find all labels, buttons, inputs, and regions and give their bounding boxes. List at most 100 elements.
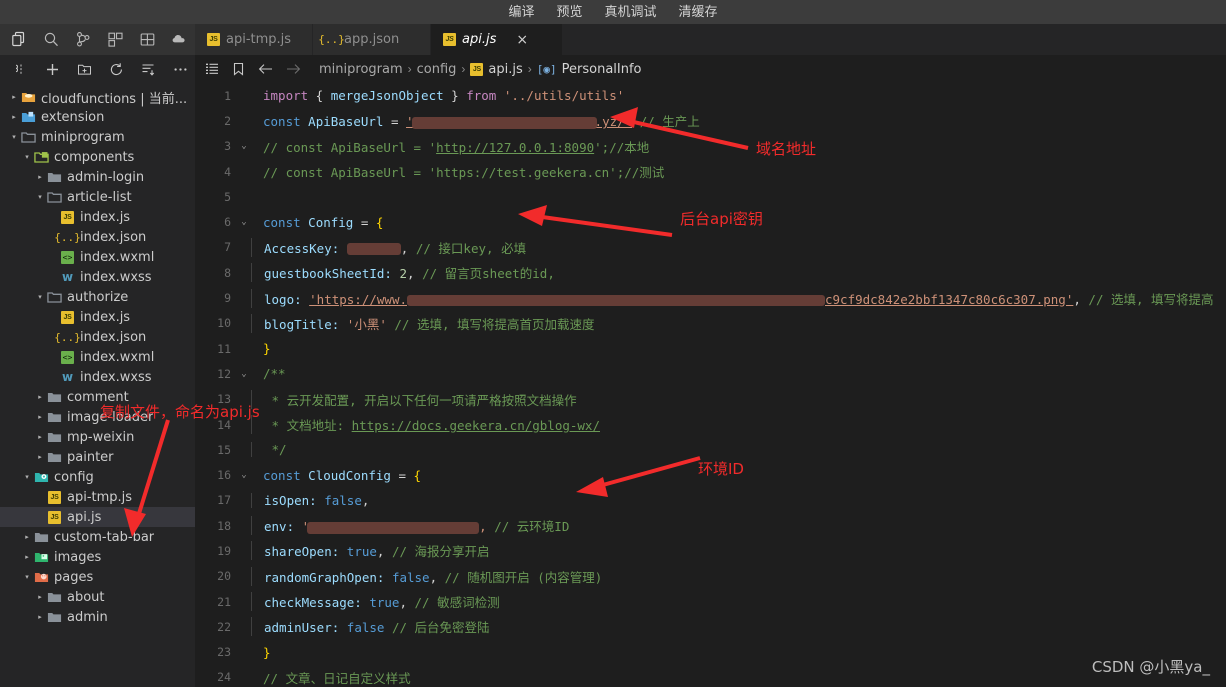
tree-item-extension[interactable]: ▸ extension bbox=[0, 107, 195, 127]
tok: , bbox=[407, 266, 423, 282]
tree-item-index-json[interactable]: {..} index.json bbox=[0, 227, 195, 247]
twisty-icon[interactable]: ▸ bbox=[34, 173, 46, 181]
new-folder-icon[interactable] bbox=[76, 61, 92, 77]
tab-api-tmp-js[interactable]: JS api-tmp.js bbox=[195, 24, 313, 55]
tok: , bbox=[1073, 291, 1089, 307]
twisty-icon[interactable]: ▸ bbox=[21, 553, 33, 561]
twisty-icon[interactable]: ▸ bbox=[8, 93, 20, 101]
json-file-icon: {..} bbox=[318, 33, 345, 46]
code-line: 20 randomGraphOpen: false, // 随机图开启 (内容管… bbox=[195, 564, 1226, 589]
twisty-icon[interactable]: ▸ bbox=[34, 393, 46, 401]
twisty-icon[interactable]: ▸ bbox=[34, 453, 46, 461]
twisty-icon[interactable]: ▸ bbox=[8, 113, 20, 121]
tree-item-painter[interactable]: ▸ painter bbox=[0, 447, 195, 467]
tree-item-index-json[interactable]: {..} index.json bbox=[0, 327, 195, 347]
twisty-icon[interactable]: ▸ bbox=[21, 533, 33, 541]
close-icon[interactable]: × bbox=[516, 33, 528, 47]
menu-compile[interactable]: 编译 bbox=[508, 6, 534, 19]
breadcrumb-item-personalinfo[interactable]: [◉] PersonalInfo bbox=[537, 62, 642, 77]
twisty-icon[interactable]: ▸ bbox=[34, 433, 46, 441]
search-icon[interactable] bbox=[38, 26, 65, 53]
code-editor[interactable]: 1 import { mergeJsonObject } from '../ut… bbox=[195, 83, 1226, 687]
breadcrumb-item-config[interactable]: config bbox=[417, 62, 457, 77]
twisty-icon[interactable]: ▾ bbox=[8, 133, 20, 141]
line-number: 3 bbox=[224, 139, 231, 154]
tok: const bbox=[263, 214, 301, 230]
twisty-icon[interactable]: ▸ bbox=[34, 413, 46, 421]
tree-item-custom-tab-bar[interactable]: ▸ custom-tab-bar bbox=[0, 527, 195, 547]
back-arrow-icon[interactable] bbox=[257, 61, 274, 78]
tree-item-config[interactable]: ▾ config bbox=[0, 467, 195, 487]
tree-item-index-wxss[interactable]: w index.wxss bbox=[0, 367, 195, 387]
new-file-icon[interactable] bbox=[44, 61, 60, 77]
menu-preview[interactable]: 预览 bbox=[556, 6, 582, 19]
folder-extension-icon bbox=[20, 110, 37, 125]
breadcrumb-separator: › bbox=[527, 62, 532, 76]
more-actions-icon[interactable] bbox=[172, 61, 188, 77]
tree-item-index-wxml[interactable]: <> index.wxml bbox=[0, 347, 195, 367]
twisty-icon[interactable]: ▾ bbox=[34, 293, 46, 301]
twisty-icon[interactable]: ▸ bbox=[34, 593, 46, 601]
extensions-icon[interactable] bbox=[102, 26, 129, 53]
tree-item-pages[interactable]: ▾ pages bbox=[0, 567, 195, 587]
twisty-icon[interactable]: ▸ bbox=[34, 613, 46, 621]
code-line: 3 ⌄ // const ApiBaseUrl = 'http://127.0.0… bbox=[195, 134, 1226, 159]
line-text: checkMessage: true, // 敏感词检测 bbox=[251, 592, 500, 612]
wxss-file-icon: w bbox=[61, 370, 74, 384]
breadcrumb-item-miniprogram[interactable]: miniprogram bbox=[319, 62, 403, 77]
tree-item-index-js[interactable]: JS index.js bbox=[0, 207, 195, 227]
debug-icon[interactable] bbox=[134, 26, 161, 53]
tree-item-label: index.js bbox=[80, 309, 131, 325]
folder-images-icon bbox=[33, 550, 50, 565]
tree-item-article-list[interactable]: ▾ article-list bbox=[0, 187, 195, 207]
tree-item-mp-weixin[interactable]: ▸ mp-weixin bbox=[0, 427, 195, 447]
twisty-icon[interactable]: ▾ bbox=[34, 193, 46, 201]
tree-item-authorize[interactable]: ▾ authorize bbox=[0, 287, 195, 307]
fold-marker: ⌄ bbox=[241, 217, 247, 228]
collapse-icon[interactable] bbox=[12, 61, 28, 77]
outline-icon[interactable] bbox=[203, 61, 220, 78]
tok: = bbox=[398, 467, 414, 483]
breadcrumb-item-api-js[interactable]: JS api.js bbox=[470, 62, 523, 77]
tree-item-components[interactable]: ▾ components bbox=[0, 147, 195, 167]
menu-device-debug[interactable]: 真机调试 bbox=[605, 6, 657, 19]
tree-item-index-wxml[interactable]: <> index.wxml bbox=[0, 247, 195, 267]
annotation-domain-address: 域名地址 bbox=[756, 140, 817, 158]
forward-arrow-icon[interactable] bbox=[284, 61, 301, 78]
tok: '../utils/utils' bbox=[496, 88, 625, 104]
twisty-icon[interactable]: ▾ bbox=[21, 473, 33, 481]
tab-app-json[interactable]: {..} app.json bbox=[313, 24, 431, 55]
tok: // 随机图开启 (内容管理) bbox=[444, 569, 603, 585]
tree-item-cloudfunctions[interactable]: ▸ cloudfunctions | 当前... bbox=[0, 87, 195, 107]
breadcrumb-separator: › bbox=[407, 62, 412, 76]
explorer-icon[interactable] bbox=[6, 26, 33, 53]
cloud-icon[interactable] bbox=[166, 26, 193, 53]
documentation-link[interactable]: https://docs.geekera.cn/gblog-wx/ bbox=[352, 418, 600, 433]
tok: // 云环境ID bbox=[494, 519, 570, 535]
tree-item-api-tmp-js[interactable]: JS api-tmp.js bbox=[0, 487, 195, 507]
breadcrumb-label: config bbox=[416, 61, 457, 77]
tok: { bbox=[413, 467, 422, 483]
tree-item-miniprogram[interactable]: ▾ miniprogram bbox=[0, 127, 195, 147]
tab-api-js[interactable]: JS api.js × bbox=[431, 24, 563, 55]
tree-item-api-js[interactable]: JS api.js bbox=[0, 507, 195, 527]
menu-clear-cache[interactable]: 清缓存 bbox=[679, 6, 718, 19]
tree-item-admin[interactable]: ▸ admin bbox=[0, 607, 195, 627]
line-number: 6 bbox=[224, 215, 231, 230]
wxml-file-icon: <> bbox=[61, 350, 74, 364]
tree-item-index-wxss[interactable]: w index.wxss bbox=[0, 267, 195, 287]
twisty-icon[interactable]: ▾ bbox=[21, 573, 33, 581]
tree-item-admin-login[interactable]: ▸ admin-login bbox=[0, 167, 195, 187]
refresh-icon[interactable] bbox=[108, 61, 124, 77]
twisty-icon[interactable]: ▾ bbox=[21, 153, 33, 161]
source-control-icon[interactable] bbox=[70, 26, 97, 53]
file-explorer-tree[interactable]: ▸ cloudfunctions | 当前... ▸ extension ▾ minipr… bbox=[0, 83, 195, 687]
tree-item-about[interactable]: ▸ about bbox=[0, 587, 195, 607]
editor-scrollbar[interactable] bbox=[1214, 83, 1226, 687]
tok: 'https://www. bbox=[309, 291, 407, 307]
bookmark-icon[interactable] bbox=[230, 61, 247, 78]
line-number: 1 bbox=[224, 88, 231, 103]
tree-item-index-js[interactable]: JS index.js bbox=[0, 307, 195, 327]
tree-item-images[interactable]: ▸ images bbox=[0, 547, 195, 567]
sort-icon[interactable] bbox=[140, 61, 156, 77]
